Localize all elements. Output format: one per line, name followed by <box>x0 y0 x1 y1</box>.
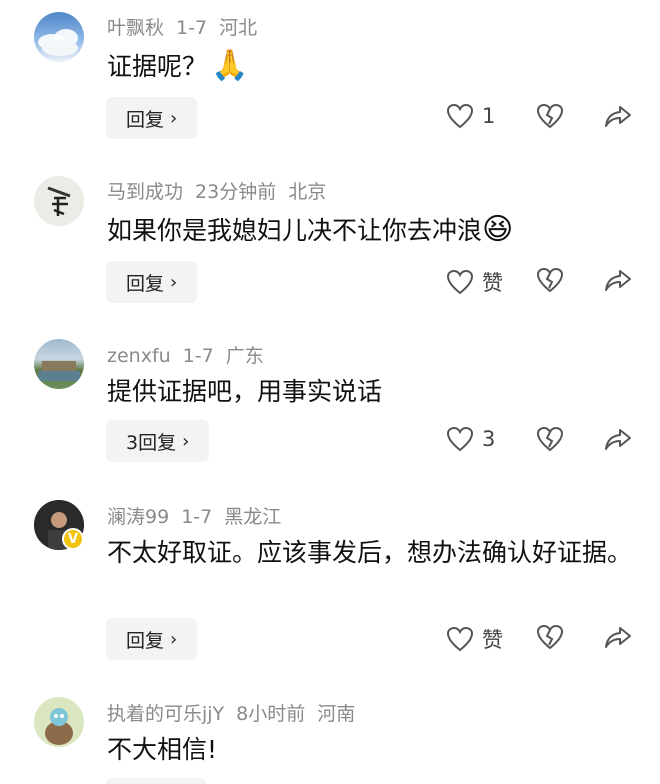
username[interactable]: 澜涛99 <box>107 506 169 528</box>
comment-body: 不大相信! <box>107 735 218 764</box>
chevron-right-icon: › <box>170 628 178 650</box>
share-arrow-icon <box>605 106 631 127</box>
comment-actions: 3 <box>440 420 640 462</box>
comment-body: 不太好取证。应该事发后，想办法确认好证据。 <box>107 538 633 567</box>
heart-outline-icon <box>446 426 474 452</box>
like-label: 赞 <box>482 271 503 295</box>
comment-actions: 赞 <box>440 618 640 660</box>
comment-date: 1-7 <box>181 506 213 528</box>
reply-button[interactable]: 3回复 › <box>106 420 210 462</box>
comment-location: 广东 <box>225 345 264 367</box>
avatar[interactable] <box>34 697 84 747</box>
comment-meta: 马到成功 23分钟前 北京 <box>107 177 338 204</box>
verified-badge: V <box>62 528 84 550</box>
avatar[interactable] <box>34 339 84 389</box>
chevron-right-icon: › <box>182 430 190 452</box>
avatar[interactable] <box>34 176 84 226</box>
like-count: 3 <box>482 427 496 451</box>
share-button[interactable] <box>604 103 632 133</box>
comment-body: 如果你是我媳妇儿决不让你去冲浪 <box>107 216 483 245</box>
like-count: 1 <box>482 104 496 128</box>
heart-outline-icon <box>446 103 474 129</box>
dislike-button[interactable] <box>536 426 564 456</box>
comment-meta: zenxfu 1-7 广东 <box>107 341 276 368</box>
calligraphy-image <box>47 186 71 216</box>
comment-meta: 执着的可乐jjY 8小时前 河南 <box>107 699 367 726</box>
comment-date: 8小时前 <box>236 703 306 725</box>
dislike-button[interactable] <box>536 267 564 297</box>
comment-body: 证据呢？ <box>107 52 208 81</box>
laughing-emoji: 😆 <box>482 212 514 247</box>
comment-date: 1-7 <box>182 345 214 367</box>
verified-badge-label: V <box>67 531 79 547</box>
comment-location: 北京 <box>288 181 327 203</box>
like-button[interactable]: 赞 <box>446 624 503 654</box>
heart-outline-icon <box>446 269 474 295</box>
reply-button-partial[interactable] <box>106 778 206 784</box>
share-arrow-icon <box>605 627 631 648</box>
landscape-image <box>38 361 80 381</box>
username[interactable]: 叶飘秋 <box>107 17 164 39</box>
comment-text: 不大相信! <box>107 731 637 769</box>
praying-hands-emoji: 🙏 <box>211 48 249 83</box>
like-button[interactable]: 3 <box>446 426 495 452</box>
broken-heart-icon <box>536 267 564 293</box>
comment-meta: 澜涛99 1-7 黑龙江 <box>107 502 293 529</box>
username[interactable]: 马到成功 <box>107 181 183 203</box>
reply-button[interactable]: 回复 › <box>106 261 198 303</box>
like-button[interactable]: 1 <box>446 103 495 129</box>
share-arrow-icon <box>605 270 631 291</box>
comment-text: 如果你是我媳妇儿决不让你去冲浪😆 <box>107 211 637 250</box>
avatar[interactable]: V <box>34 500 84 550</box>
like-label: 赞 <box>482 628 503 652</box>
comment-body: 提供证据吧，用事实说话 <box>107 377 383 406</box>
comment-date: 23分钟前 <box>195 181 277 203</box>
comment-date: 1-7 <box>176 17 208 39</box>
avatar[interactable] <box>34 12 84 62</box>
broken-heart-icon <box>536 103 564 129</box>
comment-actions: 赞 <box>440 261 640 303</box>
reply-label: 回复 <box>126 272 165 295</box>
chevron-right-icon: › <box>170 107 178 129</box>
like-button[interactable]: 赞 <box>446 267 503 297</box>
comment-actions: 1 <box>440 97 640 139</box>
comment-text: 提供证据吧，用事实说话 <box>107 373 637 411</box>
comment-meta: 叶飘秋 1-7 河北 <box>107 13 269 40</box>
username[interactable]: 执着的可乐jjY <box>107 703 224 725</box>
broken-heart-icon <box>536 426 564 452</box>
cartoon-avatar-image <box>34 697 84 747</box>
comment-location: 河南 <box>317 703 356 725</box>
share-button[interactable] <box>604 267 632 297</box>
reply-label: 3回复 <box>126 431 177 454</box>
comment-text: 证据呢？ 🙏 <box>107 47 637 86</box>
reply-button[interactable]: 回复 › <box>106 618 198 660</box>
broken-heart-icon <box>536 624 564 650</box>
heart-outline-icon <box>446 626 474 652</box>
share-button[interactable] <box>604 426 632 456</box>
reply-label: 回复 <box>126 108 165 131</box>
reply-label: 回复 <box>126 629 165 652</box>
share-button[interactable] <box>604 624 632 654</box>
chevron-right-icon: › <box>170 271 178 293</box>
comment-location: 黑龙江 <box>224 506 282 528</box>
comment-location: 河北 <box>219 17 258 39</box>
dislike-button[interactable] <box>536 103 564 133</box>
dislike-button[interactable] <box>536 624 564 654</box>
reply-button[interactable]: 回复 › <box>106 97 198 139</box>
cloud-sky-image <box>38 29 78 56</box>
share-arrow-icon <box>605 429 631 450</box>
username[interactable]: zenxfu <box>107 345 171 367</box>
comment-text: 不太好取证。应该事发后，想办法确认好证据。 <box>107 534 637 572</box>
